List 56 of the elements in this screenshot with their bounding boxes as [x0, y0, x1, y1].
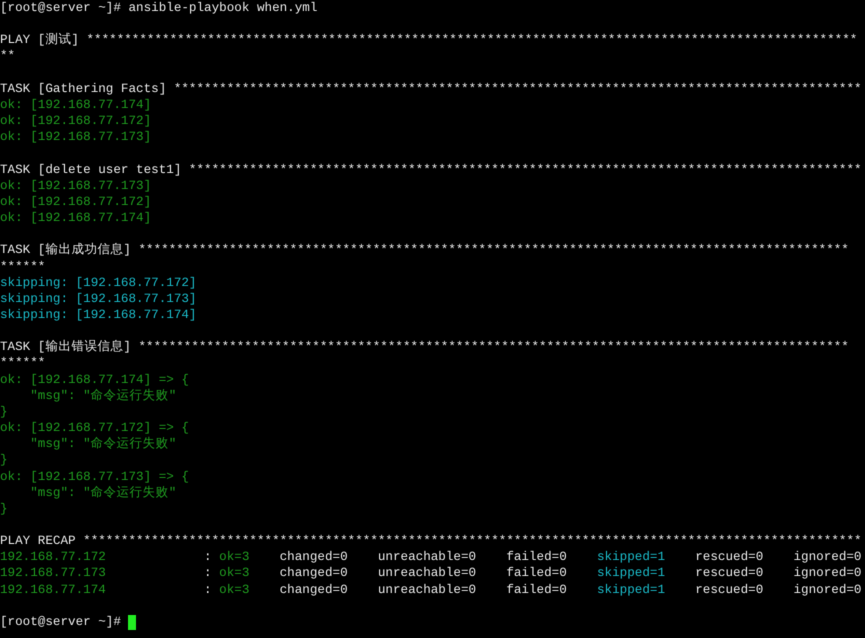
terminal-line: PLAY RECAP *******************************************************************************************************: [0, 533, 862, 550]
terminal-line: ok: [192.168.77.172] => {: [0, 420, 189, 436]
recap-value: changed=0: [280, 566, 348, 580]
recap-value: ok=3: [219, 550, 250, 564]
recap-value: skipped=1: [597, 582, 666, 597]
recap-value: failed=0: [506, 582, 567, 597]
recap-value: skipped=1: [597, 550, 666, 564]
terminal-line: "msg": "命令运行失败": [29, 388, 176, 404]
terminal-line: TASK [Gathering Facts] *******************************************************************************************: [0, 80, 862, 97]
recap-value: rescued=0: [695, 582, 764, 597]
recap-value: ok=3: [219, 582, 250, 597]
recap-value: ignored=0: [793, 582, 862, 597]
terminal-line: **: [0, 48, 16, 65]
terminal-line: }: [0, 500, 8, 517]
recap-value: skipped=1: [597, 566, 666, 580]
terminal-line: skipping: [192.168.77.172]: [0, 274, 196, 291]
recap-value: 192.168.77.172: [0, 550, 106, 564]
terminal-line: ok: [192.168.77.174] => {: [0, 372, 189, 388]
terminal-line: [root@server ~]# ansible-playbook when.yml: [0, 0, 318, 16]
terminal-line: TASK [输出错误信息] **********************************************************************************************: [0, 339, 849, 356]
terminal-line: ******: [0, 258, 46, 275]
recap-value: changed=0: [280, 582, 348, 597]
recap-value: :: [204, 566, 212, 580]
terminal-line: skipping: [192.168.77.173]: [0, 290, 196, 307]
terminal-line: TASK [delete user test1] *****************************************************************************************: [0, 162, 862, 178]
recap-value: unreachable=0: [378, 550, 476, 564]
terminal-line: ok: [192.168.77.174]: [0, 96, 152, 114]
terminal-line: "msg": "命令运行失败": [29, 436, 176, 452]
terminal-line: "msg": "命令运行失败": [29, 484, 176, 501]
terminal-line: [root@server ~]#: [0, 614, 121, 630]
terminal-line: ******: [0, 355, 46, 372]
terminal-line: TASK [输出成功信息] **********************************************************************************************: [0, 242, 849, 258]
terminal-line: ok: [192.168.77.172]: [0, 113, 152, 130]
terminal-line: }: [0, 404, 8, 420]
recap-value: 192.168.77.174: [0, 582, 106, 597]
terminal-line: skipping: [192.168.77.174]: [0, 306, 196, 324]
recap-value: :: [204, 582, 212, 597]
recap-value: ignored=0: [793, 566, 862, 580]
terminal-line: ok: [192.168.77.174]: [0, 210, 152, 226]
recap-value: unreachable=0: [378, 566, 476, 580]
terminal-line: }: [0, 452, 8, 469]
recap-value: rescued=0: [695, 566, 764, 580]
recap-value: changed=0: [280, 550, 348, 564]
recap-value: failed=0: [506, 566, 567, 580]
recap-value: rescued=0: [695, 550, 764, 564]
terminal-line: ok: [192.168.77.173] => {: [0, 468, 189, 485]
recap-value: ignored=0: [793, 550, 862, 564]
recap-value: :: [204, 550, 212, 564]
terminal-line: ok: [192.168.77.172]: [0, 194, 152, 210]
terminal-line: ok: [192.168.77.173]: [0, 129, 152, 146]
recap-value: unreachable=0: [378, 582, 476, 597]
recap-value: ok=3: [219, 566, 250, 580]
recap-value: 192.168.77.173: [0, 566, 106, 580]
terminal-line: ok: [192.168.77.173]: [0, 178, 152, 194]
terminal-line: PLAY [测试] ******************************************************************************************************: [0, 32, 858, 48]
recap-value: failed=0: [506, 550, 567, 564]
